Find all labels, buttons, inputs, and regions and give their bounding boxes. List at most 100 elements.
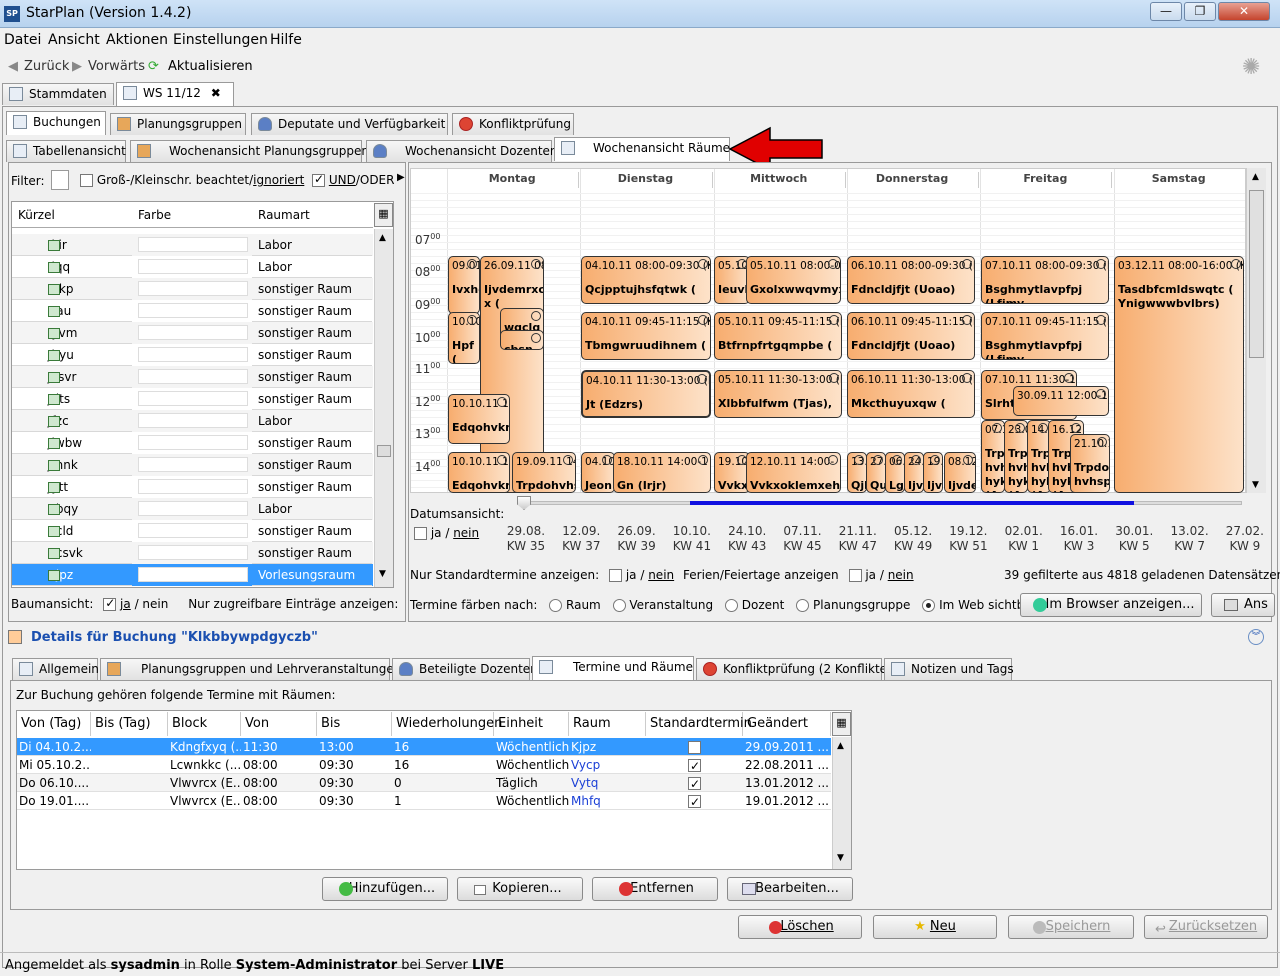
calendar-event[interactable]: 07.1Trp hvh hyk (Ae — [981, 420, 1005, 493]
termine-scrollbar[interactable]: ▲ ▼ — [832, 737, 851, 869]
termine-col-header[interactable]: Bis (Tag) — [91, 712, 168, 736]
tab-konfliktpruefung[interactable]: Konfliktprüfung — [452, 113, 574, 135]
tab-planungsgruppen[interactable]: Planungsgruppen — [110, 113, 246, 135]
scroll-thumb[interactable] — [377, 445, 391, 457]
tab-termine-raeume[interactable]: Termine und Räume — [532, 656, 694, 680]
room-row[interactable]: Jytt sonstiger Raum — [12, 476, 373, 498]
filter-input[interactable] — [51, 170, 69, 190]
calendar-event[interactable]: 04.10 Jeon — [581, 452, 615, 493]
holidays-checkbox[interactable] — [848, 569, 862, 582]
tree-nein[interactable]: / nein — [135, 597, 169, 611]
termine-column-chooser-icon[interactable]: ▦ — [832, 712, 851, 736]
scroll-up-icon[interactable]: ▲ — [379, 233, 386, 243]
color-dozent-radio[interactable] — [724, 599, 738, 612]
calendar-scroll-up-icon[interactable]: ▲ — [1252, 172, 1259, 182]
termine-col-header[interactable]: Raum — [569, 712, 646, 736]
termine-scroll-down-icon[interactable]: ▼ — [837, 853, 844, 863]
tab-buchungen[interactable]: Buchungen — [6, 111, 106, 135]
scroll-down-icon[interactable]: ▼ — [379, 569, 386, 579]
case-checkbox[interactable] — [80, 174, 93, 187]
calendar-event[interactable]: 19.10Vvkxc — [714, 452, 750, 493]
tab-wochenansicht-raeume[interactable]: Wochenansicht Räume — [554, 137, 730, 161]
tab-stammdaten[interactable]: Stammdaten — [2, 83, 114, 105]
color-veranstaltung-radio[interactable] — [612, 599, 626, 612]
neu-button[interactable]: ★ Neu — [873, 915, 997, 939]
speichern-button[interactable]: Speichern — [1008, 915, 1134, 939]
calendar-event[interactable]: 13.Qjb — [847, 452, 867, 493]
standard-checkbox[interactable] — [688, 775, 701, 792]
termine-col-header[interactable]: Block — [168, 712, 241, 736]
termine-scroll-up-icon[interactable]: ▲ — [837, 741, 844, 751]
entfernen-button[interactable]: Entfernen — [592, 877, 718, 901]
room-row[interactable]: Jiwbw sonstiger Raum — [12, 432, 373, 454]
collapse-details-icon[interactable]: ︾ — [1248, 629, 1264, 645]
room-row[interactable]: Jcsvr sonstiger Raum — [12, 366, 373, 388]
timeline-range[interactable] — [690, 501, 1134, 505]
color-raum-radio[interactable] — [549, 599, 563, 612]
date-view-ja[interactable]: ja — [431, 526, 442, 540]
column-chooser-icon[interactable]: ▦ — [374, 203, 393, 227]
tab-konflikte[interactable]: Konfliktprüfung (2 Konflikte) — [696, 658, 892, 680]
calendar-event[interactable]: 04.10.11 08:00-09:30 (Kjp Qcjpptujhsfqtwk… — [581, 256, 711, 304]
collapse-arrow-icon[interactable]: ▶ — [397, 172, 405, 183]
calendar-event[interactable]: 10.10.11 1 Edqohvkn — [448, 394, 510, 444]
room-row[interactable]: Jbyu sonstiger Raum — [12, 344, 373, 366]
loeschen-button[interactable]: Löschen — [738, 915, 862, 939]
color-web-radio[interactable] — [922, 599, 936, 612]
color-dozent-label[interactable]: Dozent — [742, 598, 785, 612]
room-row[interactable]: Jdts sonstiger Raum — [12, 388, 373, 410]
holidays-ja[interactable]: ja — [865, 568, 876, 582]
termine-col-header[interactable]: Von (Tag) — [17, 712, 91, 736]
close-tab-icon[interactable]: ✖ — [211, 86, 221, 100]
calendar-event[interactable]: 03.12.11 08:00-16:00 (Kjp Tasdbfcmldswqtc… — [1114, 256, 1244, 493]
calendar-event[interactable]: 12.10.11 14:00- Vvkxoklemxehv — [746, 452, 841, 493]
tab-deputate[interactable]: Deputate und Verfügbarkeit — [251, 113, 448, 135]
calendar-event[interactable]: 27. Qu — [866, 452, 886, 493]
holidays-nein[interactable]: nein — [888, 568, 914, 582]
tab-tabellenansicht[interactable]: Tabellenansicht — [6, 140, 126, 162]
case-link[interactable]: ignoriert — [253, 173, 304, 187]
hinzufuegen-button[interactable]: Hinzufügen... — [322, 877, 448, 901]
calendar-event[interactable]: 05.10. Ieuvk — [714, 256, 750, 304]
standard-checkbox[interactable] — [688, 757, 701, 774]
tab-dozenten[interactable]: Beteiligte Dozenten — [392, 658, 538, 680]
menu-einstellungen[interactable]: Einstellungen — [173, 32, 268, 48]
zuruecksetzen-button[interactable]: ↩ Zurücksetzen — [1144, 915, 1268, 939]
color-planungsgruppe-label[interactable]: Planungsgruppe — [813, 598, 910, 612]
calendar-event[interactable]: 06. Lg — [885, 452, 905, 493]
calendar-event[interactable]: 23.0Trp hvh hyk (Ae — [1004, 420, 1028, 493]
menu-hilfe[interactable]: Hilfe — [270, 32, 302, 48]
room-row[interactable]: Iyvm sonstiger Raum — [12, 322, 373, 344]
calendar-event[interactable]: 19. Ijv — [923, 452, 943, 493]
bearbeiten-button[interactable]: Bearbeiten... — [727, 877, 853, 901]
menu-aktionen[interactable]: Aktionen — [106, 32, 168, 48]
termine-col-header[interactable]: Wiederholungen — [392, 712, 502, 736]
calendar-event[interactable]: 06.10.11 08:00-09:30 (Kjp Fdncldjfjt (Uoa… — [847, 256, 975, 304]
calendar-event[interactable]: 06.10.11 09:45-11:15 (Kjp Fdncldjfjt (Uoa… — [847, 312, 975, 360]
color-planungsgruppe-radio[interactable] — [796, 599, 810, 612]
calendar-event[interactable]: 04.10.11 09:45-11:15 (Kjp Tbmgwruudihnem … — [581, 312, 711, 360]
room-list-scrollbar[interactable]: ▲ ▼ — [374, 229, 393, 587]
room-row[interactable]: Jmnk sonstiger Raum — [12, 454, 373, 476]
color-raum-label[interactable]: Raum — [566, 598, 601, 612]
calendar-event[interactable]: 05.10.11 09:45-11:15 (Kjp Btfrnpfrtgqmpbe… — [714, 312, 842, 360]
calendar-event[interactable]: cbsn — [500, 330, 544, 350]
case-sensitivity-toggle[interactable]: Groß-/Kleinschr. beachtet/ignoriert — [80, 173, 304, 187]
col-kuerzel[interactable]: Kürzel — [18, 208, 55, 222]
calendar-event[interactable]: 04.10.11 11:30-13:00 (Kjp Jt (Edzrs) — [581, 370, 711, 418]
menu-ansicht[interactable]: Ansicht — [48, 32, 100, 48]
restore-button[interactable]: ❐ — [1184, 2, 1216, 21]
calendar-event[interactable]: 19.09.11 14:Trpdohvhs — [512, 452, 576, 493]
standard-checkbox[interactable] — [688, 793, 701, 810]
date-view-checkbox[interactable] — [414, 527, 427, 540]
and-or-toggle[interactable]: UND/ODER — [312, 172, 394, 187]
termine-col-header[interactable]: Geändert am — [743, 712, 831, 755]
room-row[interactable]: Jfzc Labor — [12, 410, 373, 432]
termine-col-header[interactable]: Von — [241, 712, 317, 736]
tab-ws-11-12[interactable]: WS 11/12 ✖ — [116, 82, 234, 106]
calendar-event[interactable]: 10.10.11 1 Edqohvkn — [448, 452, 510, 493]
termine-col-header[interactable]: Bis — [317, 712, 392, 736]
room-row[interactable]: Ilqq Labor — [12, 256, 373, 278]
tab-wochenansicht-dozenten[interactable]: Wochenansicht Dozenten — [366, 140, 558, 162]
calendar-event[interactable]: 09.01.Ivxhg — [448, 256, 480, 314]
